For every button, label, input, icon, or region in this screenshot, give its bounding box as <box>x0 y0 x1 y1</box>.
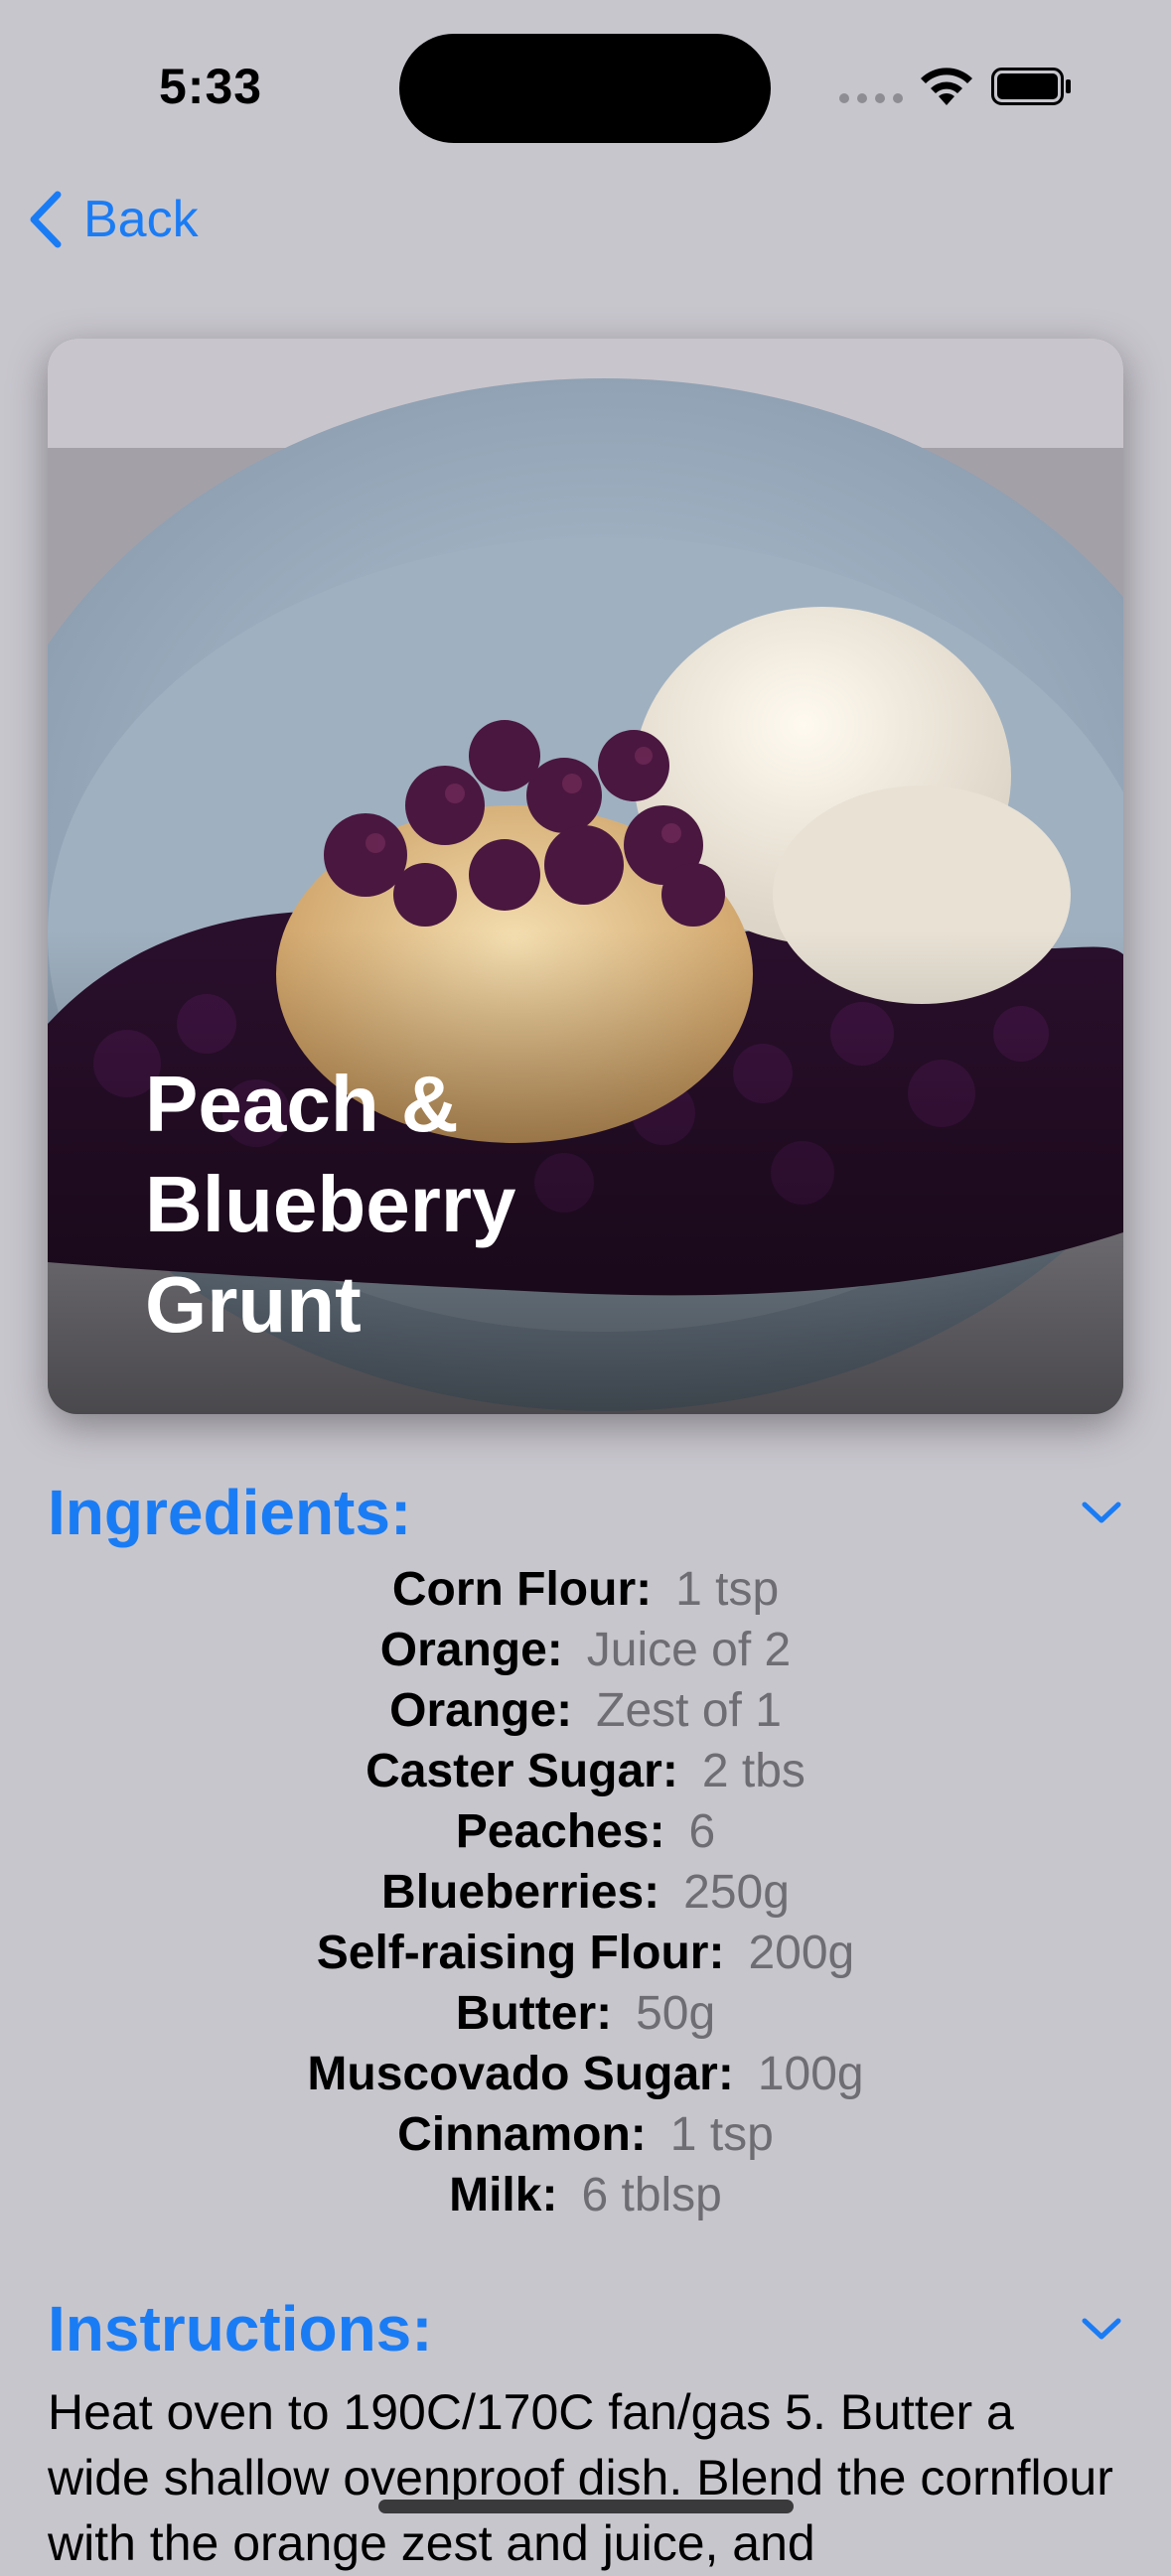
recipe-title: Peach & Blueberry Grunt <box>145 1060 516 1349</box>
list-item: Cinnamon: 1 tsp <box>0 2104 1171 2165</box>
ingredient-quantity: 100g <box>757 2048 864 2100</box>
ingredient-name: Orange: <box>389 1684 573 1737</box>
back-button[interactable]: Back <box>24 189 199 250</box>
list-item: Butter: 50g <box>0 1983 1171 2044</box>
instructions-header[interactable]: Instructions: <box>48 2292 1123 2365</box>
ingredient-name: Corn Flour: <box>391 1563 653 1616</box>
ingredient-name: Orange: <box>379 1624 563 1676</box>
list-item: Peaches: 6 <box>0 1801 1171 1862</box>
chevron-down-icon[interactable] <box>1080 1498 1123 1527</box>
ingredient-quantity: 200g <box>748 1927 855 1979</box>
ingredient-name: Peaches: <box>455 1805 665 1858</box>
ingredient-name: Caster Sugar: <box>366 1745 678 1797</box>
ingredient-quantity: 50g <box>636 1987 716 2040</box>
ingredients-list: Corn Flour: 1 tsp Orange: Juice of 2 Orang… <box>0 1559 1171 2225</box>
chevron-down-icon[interactable] <box>1080 2314 1123 2344</box>
list-item: Orange: Zest of 1 <box>0 1680 1171 1741</box>
instructions-title: Instructions: <box>48 2293 433 2364</box>
ingredients-header[interactable]: Ingredients: <box>48 1476 1123 1549</box>
ingredient-name: Muscovado Sugar: <box>307 2048 734 2100</box>
ingredient-name: Milk: <box>449 2169 558 2221</box>
list-item: Self-raising Flour: 200g <box>0 1923 1171 1983</box>
wifi-icon <box>921 68 972 105</box>
ingredients-title: Ingredients: <box>48 1477 412 1548</box>
list-item: Muscovado Sugar: 100g <box>0 2044 1171 2104</box>
ingredient-name: Blueberries: <box>381 1866 660 1919</box>
list-item: Caster Sugar: 2 tbs <box>0 1741 1171 1801</box>
list-item: Blueberries: 250g <box>0 1862 1171 1923</box>
chevron-left-icon <box>30 191 62 248</box>
ingredient-quantity: Zest of 1 <box>596 1684 782 1737</box>
back-label: Back <box>83 191 199 248</box>
ingredient-quantity: 1 tsp <box>669 2108 774 2161</box>
cellular-signal-icon <box>839 93 903 103</box>
battery-icon <box>991 68 1071 105</box>
list-item: Milk: 6 tblsp <box>0 2165 1171 2225</box>
ingredient-quantity: 2 tbs <box>701 1745 805 1797</box>
status-time: 5:33 <box>159 59 263 114</box>
ingredient-name: Cinnamon: <box>397 2108 647 2161</box>
ingredient-name: Self-raising Flour: <box>316 1927 725 1979</box>
ingredient-quantity: Juice of 2 <box>586 1624 792 1676</box>
ingredient-quantity: 250g <box>683 1866 790 1919</box>
list-item: Orange: Juice of 2 <box>0 1620 1171 1680</box>
ingredient-quantity: 6 tblsp <box>581 2169 722 2221</box>
recipe-card[interactable]: Peach & Blueberry Grunt <box>48 339 1123 1414</box>
ingredient-quantity: 6 <box>688 1805 716 1858</box>
ingredient-quantity: 1 tsp <box>675 1563 780 1616</box>
home-indicator[interactable] <box>378 2500 794 2513</box>
ingredient-name: Butter: <box>455 1987 613 2040</box>
dynamic-island <box>399 34 771 143</box>
list-item: Corn Flour: 1 tsp <box>0 1559 1171 1620</box>
instructions-text: Heat oven to 190C/170C fan/gas 5. Butter… <box>48 2384 1113 2571</box>
